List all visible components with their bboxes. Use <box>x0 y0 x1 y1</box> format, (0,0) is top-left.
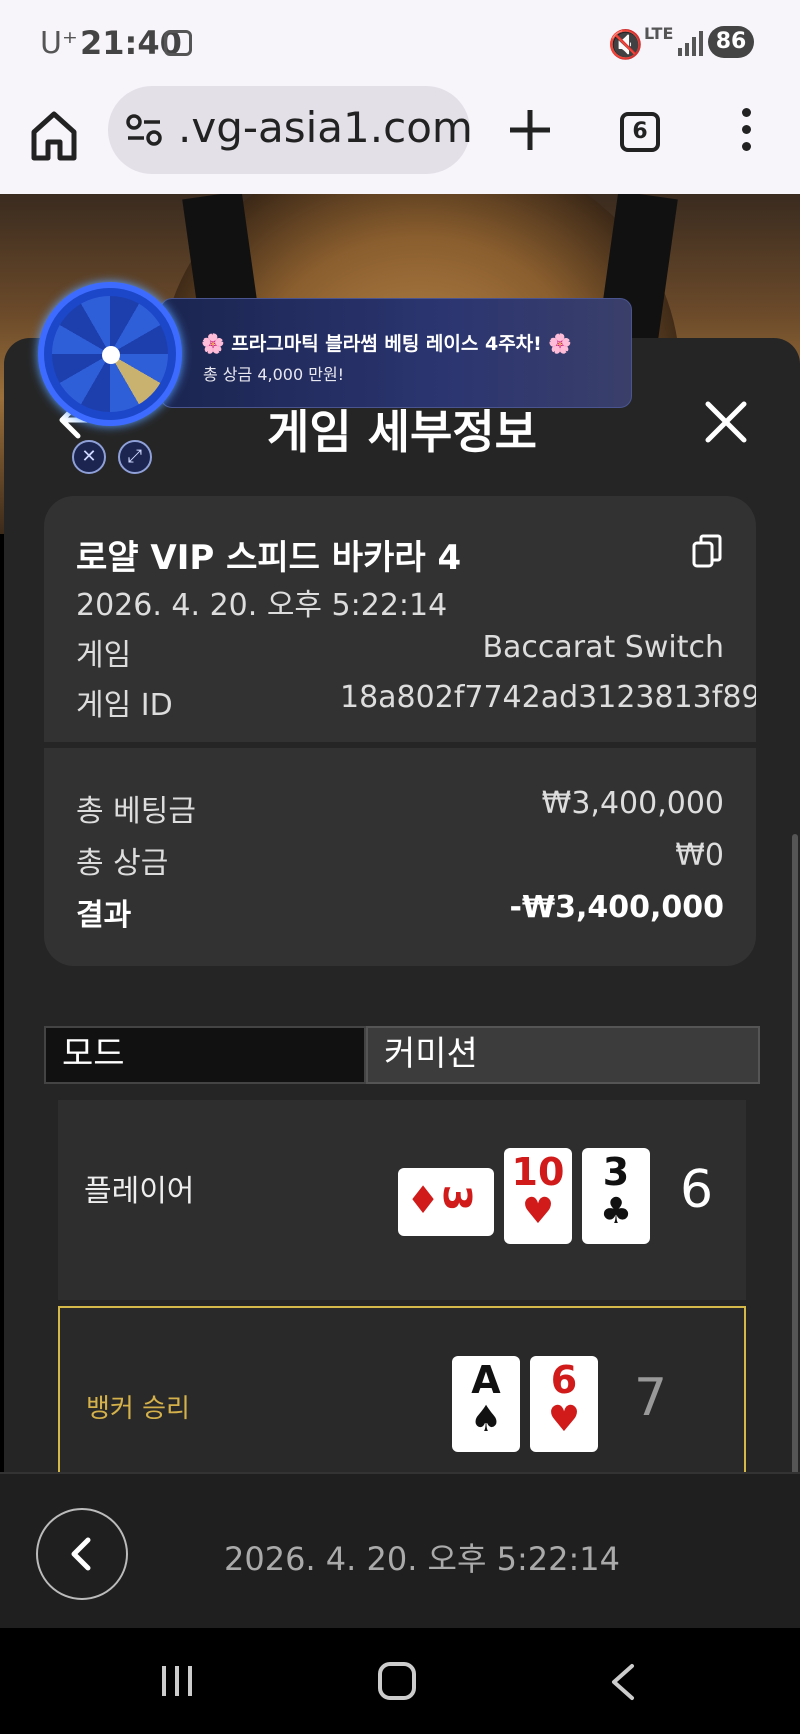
carrier-label: U⁺ <box>40 26 78 61</box>
playing-card: A ♠ <box>452 1356 520 1452</box>
total-bet-label: 총 베팅금 <box>76 794 196 829</box>
game-detail-panel: 게임 세부정보 로얄 VIP 스피드 바카라 4 2026. 4. 20. 오후… <box>4 338 800 1628</box>
new-tab-icon[interactable] <box>506 104 554 156</box>
url-text: .vg-asia1.com <box>178 103 473 152</box>
site-settings-icon[interactable] <box>124 110 164 150</box>
address-bar[interactable]: .vg-asia1.com <box>108 86 473 174</box>
tab-switcher-button[interactable]: 6 <box>620 112 660 152</box>
screen-record-icon <box>164 30 192 56</box>
result-label: 결과 <box>76 898 132 933</box>
game-id-value[interactable]: 18a802f7742ad3123813f890 <box>340 680 756 715</box>
prize-wheel-icon[interactable] <box>38 282 182 426</box>
banker-score: 7 <box>634 1368 668 1428</box>
promo-title: 🌸 프라그마틱 블라썸 베팅 레이스 4주차! 🌸 <box>201 333 573 355</box>
game-datetime: 2026. 4. 20. 오후 5:22:14 <box>76 588 448 623</box>
playing-card: ♦ 3 <box>398 1168 494 1236</box>
playing-card: 3 ♣ <box>582 1148 650 1244</box>
game-id-label: 게임 ID <box>76 688 173 723</box>
promo-subtitle: 총 상금 4,000 만원! <box>203 365 345 384</box>
round-datetime: 2026. 4. 20. 오후 5:22:14 <box>224 1540 620 1578</box>
card-suit: ♥ <box>521 1191 555 1232</box>
player-score: 6 <box>680 1160 714 1220</box>
game-summary-card: 로얄 VIP 스피드 바카라 4 2026. 4. 20. 오후 5:22:14… <box>44 496 756 966</box>
scrollbar[interactable] <box>792 834 798 1578</box>
mode-row: 모드 커미션 <box>44 1026 760 1084</box>
nav-back-icon[interactable] <box>608 1662 638 1702</box>
recent-apps-icon[interactable] <box>160 1664 194 1698</box>
signal-icon <box>678 31 703 56</box>
game-type-value: Baccarat Switch <box>482 630 724 665</box>
card-rank: 6 <box>550 1358 578 1402</box>
card-rank: 3 <box>435 1184 480 1212</box>
playing-card: 6 ♥ <box>530 1356 598 1452</box>
copy-icon[interactable] <box>692 534 722 568</box>
mode-label: 모드 <box>44 1026 366 1084</box>
close-icon[interactable] <box>704 400 748 444</box>
card-divider <box>44 742 756 748</box>
network-type: LTE <box>644 24 674 43</box>
card-suit: ♠ <box>469 1399 503 1440</box>
total-win-label: 총 상금 <box>76 846 169 881</box>
playing-card: 10 ♥ <box>504 1148 572 1244</box>
player-hand: 플레이어 ♦ 3 10 ♥ 3 ♣ 6 <box>58 1100 746 1300</box>
result-value: -₩3,400,000 <box>509 890 724 925</box>
card-suit: ♣ <box>599 1191 633 1232</box>
game-type-label: 게임 <box>76 638 132 673</box>
game-name: 로얄 VIP 스피드 바카라 4 <box>76 538 462 578</box>
card-rank: 10 <box>511 1150 565 1194</box>
promo-close-icon[interactable]: ✕ <box>72 440 106 474</box>
battery-indicator: 86 <box>708 26 754 58</box>
home-button-icon[interactable] <box>378 1662 416 1700</box>
chevron-left-icon <box>71 1537 91 1571</box>
card-rank: A <box>471 1358 501 1402</box>
screen: U⁺ 21:40 🔇 LTE 86 .vg-asia1.com 6 게임 세부정… <box>0 0 800 1734</box>
more-menu-icon[interactable] <box>736 108 756 158</box>
card-rank: 3 <box>602 1150 630 1194</box>
promo-banner[interactable]: 🌸 프라그마틱 블라썸 베팅 레이스 4주차! 🌸 총 상금 4,000 만원! <box>160 298 632 408</box>
previous-round-button[interactable] <box>36 1508 128 1600</box>
browser-toolbar: .vg-asia1.com 6 <box>0 86 800 194</box>
promo-expand-icon[interactable]: ⤢ <box>118 440 152 474</box>
system-nav-bar <box>0 1628 800 1734</box>
mute-icon: 🔇 <box>608 28 643 61</box>
player-label: 플레이어 <box>84 1174 195 1209</box>
total-win-value: ₩0 <box>675 838 724 873</box>
status-bar: U⁺ 21:40 🔇 LTE 86 <box>0 0 800 86</box>
card-suit: ♥ <box>547 1399 581 1440</box>
total-bet-value: ₩3,400,000 <box>541 786 724 821</box>
history-navigation-bar: 2026. 4. 20. 오후 5:22:14 <box>0 1472 800 1628</box>
mode-value: 커미션 <box>366 1026 760 1084</box>
banker-label: 뱅커 승리 <box>86 1394 190 1424</box>
home-icon[interactable] <box>28 106 80 166</box>
